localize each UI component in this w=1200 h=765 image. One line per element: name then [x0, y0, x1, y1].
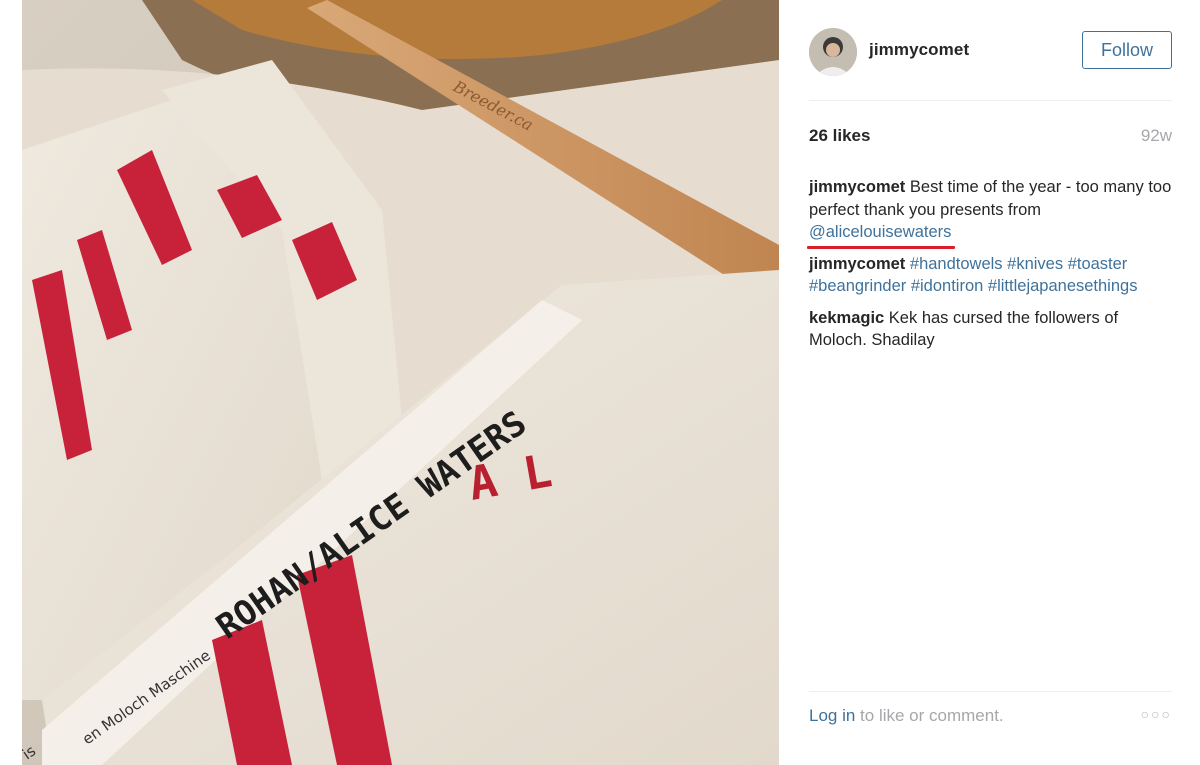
login-prompt-text: to like or comment.	[855, 706, 1004, 725]
comment-caption: jimmycomet Best time of the year - too m…	[807, 176, 1179, 249]
avatar[interactable]	[809, 28, 857, 76]
post-sidebar: jimmycomet Follow 26 likes 92w jimmycome…	[779, 0, 1200, 765]
likes-count[interactable]: 26 likes	[809, 126, 870, 146]
post-footer: Log in to like or comment. ○○○	[809, 706, 1172, 728]
hashtag-link[interactable]: #idontiron	[911, 277, 983, 295]
stats-row: 26 likes 92w	[809, 126, 1172, 148]
avatar-image	[809, 28, 857, 76]
comment-hashtags: jimmycomet #handtowels #knives #toaster …	[809, 253, 1179, 298]
more-dots-icon[interactable]: ○○○	[1141, 706, 1172, 722]
post-header: jimmycomet Follow	[779, 0, 1200, 100]
hashtag-link[interactable]: #beangrinder	[809, 277, 906, 295]
comment-username[interactable]: jimmycomet	[809, 255, 905, 273]
mention-text: @alicelouisewaters	[809, 223, 952, 241]
header-username[interactable]: jimmycomet	[869, 40, 969, 60]
comment-list: jimmycomet Best time of the year - too m…	[807, 176, 1179, 361]
comment-username[interactable]: jimmycomet	[809, 178, 905, 196]
follow-button[interactable]: Follow	[1082, 31, 1172, 69]
divider	[809, 100, 1172, 101]
hashtag-link[interactable]: #littlejapanesethings	[988, 277, 1138, 295]
hashtag-link[interactable]: #knives	[1007, 255, 1063, 273]
mention-link[interactable]: @alicelouisewaters	[807, 221, 956, 249]
divider	[809, 691, 1172, 692]
post-photo[interactable]: Breeder.ca ROHAN/ALICE WATERS en Moloch …	[22, 0, 779, 765]
comment-username[interactable]: kekmagic	[809, 309, 884, 327]
red-underline-annotation	[807, 245, 956, 249]
post-age[interactable]: 92w	[1141, 126, 1172, 146]
hashtag-link[interactable]: #handtowels	[910, 255, 1003, 273]
login-link[interactable]: Log in	[809, 706, 855, 725]
hashtag-link[interactable]: #toaster	[1068, 255, 1128, 273]
comment-reply: kekmagic Kek has cursed the followers of…	[809, 307, 1179, 352]
photo-canvas: Breeder.ca ROHAN/ALICE WATERS en Moloch …	[22, 0, 779, 765]
